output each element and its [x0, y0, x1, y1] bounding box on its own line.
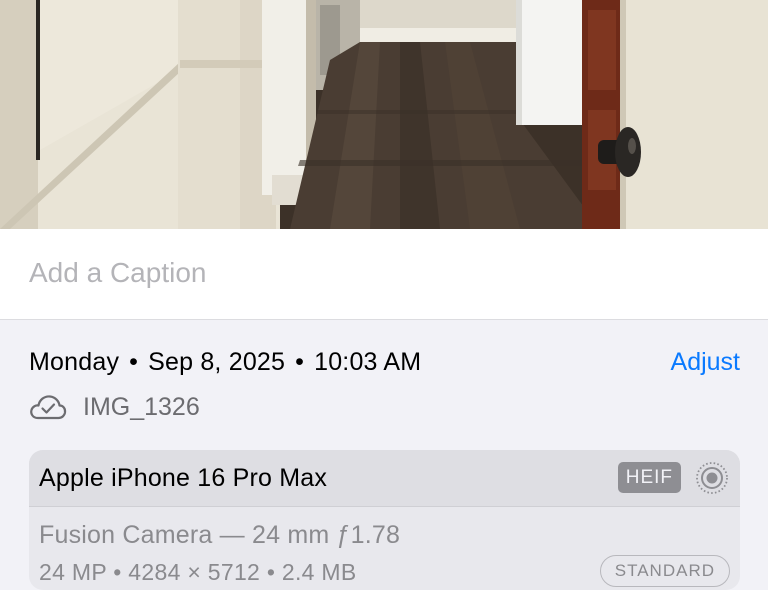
format-badge: HEIF	[617, 462, 681, 493]
time-value: 10:03 AM	[314, 348, 422, 376]
adjust-button[interactable]: Adjust	[671, 348, 740, 377]
device-card-header: Apple iPhone 16 Pro Max HEIF	[29, 450, 740, 507]
info-panel: Monday • Sep 8, 2025 • 10:03 AM Adjust IMG_1…	[0, 320, 768, 590]
live-photo-icon[interactable]	[695, 461, 729, 495]
date-separator: •	[129, 348, 139, 376]
device-name: Apple iPhone 16 Pro Max	[39, 464, 328, 492]
date-value: Sep 8, 2025	[148, 348, 286, 376]
device-card: Apple iPhone 16 Pro Max HEIF Fusion Came…	[29, 450, 740, 590]
filename: IMG_1326	[83, 392, 200, 421]
caption-area	[0, 229, 768, 320]
cloud-checkmark-icon	[29, 393, 67, 421]
photo-preview[interactable]	[0, 0, 768, 229]
time-separator: •	[295, 348, 305, 376]
date-time-line: Monday • Sep 8, 2025 • 10:03 AM	[29, 348, 421, 377]
caption-input[interactable]	[29, 253, 729, 293]
file-line: IMG_1326	[29, 392, 200, 422]
photo-image	[0, 0, 768, 229]
image-specs: 24 MP • 4284 × 5712 • 2.4 MB	[39, 559, 357, 585]
photographic-style-badge: STANDARD	[599, 555, 730, 587]
camera-lens-info: Fusion Camera — 24 mm ƒ1.78	[39, 521, 401, 549]
date-day: Monday	[29, 348, 120, 376]
